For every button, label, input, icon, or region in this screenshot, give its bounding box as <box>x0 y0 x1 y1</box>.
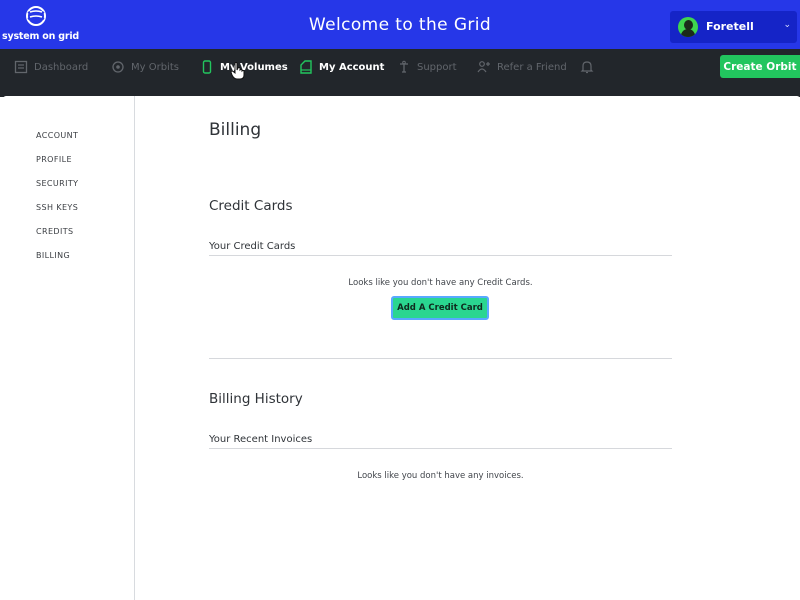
section-divider <box>209 358 672 359</box>
main-card: ACCOUNT PROFILE SECURITY SSH KEYS CREDIT… <box>3 96 800 600</box>
billing-history-heading: Billing History <box>209 391 303 407</box>
volume-icon <box>202 60 212 74</box>
sidebar-item-security[interactable]: SECURITY <box>36 179 78 188</box>
nav-label-support: Support <box>417 61 457 73</box>
add-credit-card-button[interactable]: Add A Credit Card <box>391 296 489 320</box>
support-icon <box>400 60 408 73</box>
top-header: system on grid Welcome to the Grid Foret… <box>0 0 800 49</box>
nav-label-refer-a-friend: Refer a Friend <box>497 61 567 73</box>
nav-item-refer-a-friend[interactable]: Refer a Friend <box>477 59 567 75</box>
refer-icon <box>477 61 490 73</box>
hand-cursor-icon <box>230 62 245 80</box>
nav-item-my-account[interactable]: My Account <box>299 59 384 75</box>
nav-label-my-account: My Account <box>319 61 385 73</box>
bell-icon <box>580 61 594 74</box>
chevron-down-icon: ⌄ <box>783 20 791 30</box>
dashboard-icon <box>14 60 28 74</box>
avatar <box>678 17 698 37</box>
main-navigation: Dashboard My Orbits My Volumes My Accoun… <box>0 49 800 97</box>
sidebar-item-credits[interactable]: CREDITS <box>36 227 73 236</box>
notifications-button[interactable] <box>580 59 600 75</box>
orbit-icon <box>112 61 124 73</box>
create-orbit-button[interactable]: Create Orbit <box>720 55 800 78</box>
user-menu[interactable]: Foretell ⌄ <box>670 11 797 43</box>
credit-cards-empty-message: Looks like you don't have any Credit Car… <box>348 278 533 288</box>
sidebar-item-account[interactable]: ACCOUNT <box>36 131 78 140</box>
credit-cards-subheading: Your Credit Cards <box>209 241 672 256</box>
sidebar-item-billing[interactable]: BILLING <box>36 251 70 260</box>
page-title: Billing <box>209 120 262 140</box>
sidebar-item-profile[interactable]: PROFILE <box>36 155 72 164</box>
nav-item-dashboard[interactable]: Dashboard <box>14 59 88 75</box>
sidebar-item-ssh-keys[interactable]: SSH KEYS <box>36 203 78 212</box>
account-sidebar: ACCOUNT PROFILE SECURITY SSH KEYS CREDIT… <box>3 96 135 600</box>
user-name: Foretell <box>706 20 754 33</box>
credit-cards-heading: Credit Cards <box>209 198 293 214</box>
nav-item-support[interactable]: Support <box>397 59 457 75</box>
nav-item-my-orbits[interactable]: My Orbits <box>111 59 179 75</box>
account-icon <box>300 60 312 74</box>
nav-label-my-orbits: My Orbits <box>131 61 179 73</box>
invoices-empty-message: Looks like you don't have any invoices. <box>357 471 524 481</box>
nav-label-dashboard: Dashboard <box>34 61 89 73</box>
billing-history-subheading: Your Recent Invoices <box>209 434 672 449</box>
